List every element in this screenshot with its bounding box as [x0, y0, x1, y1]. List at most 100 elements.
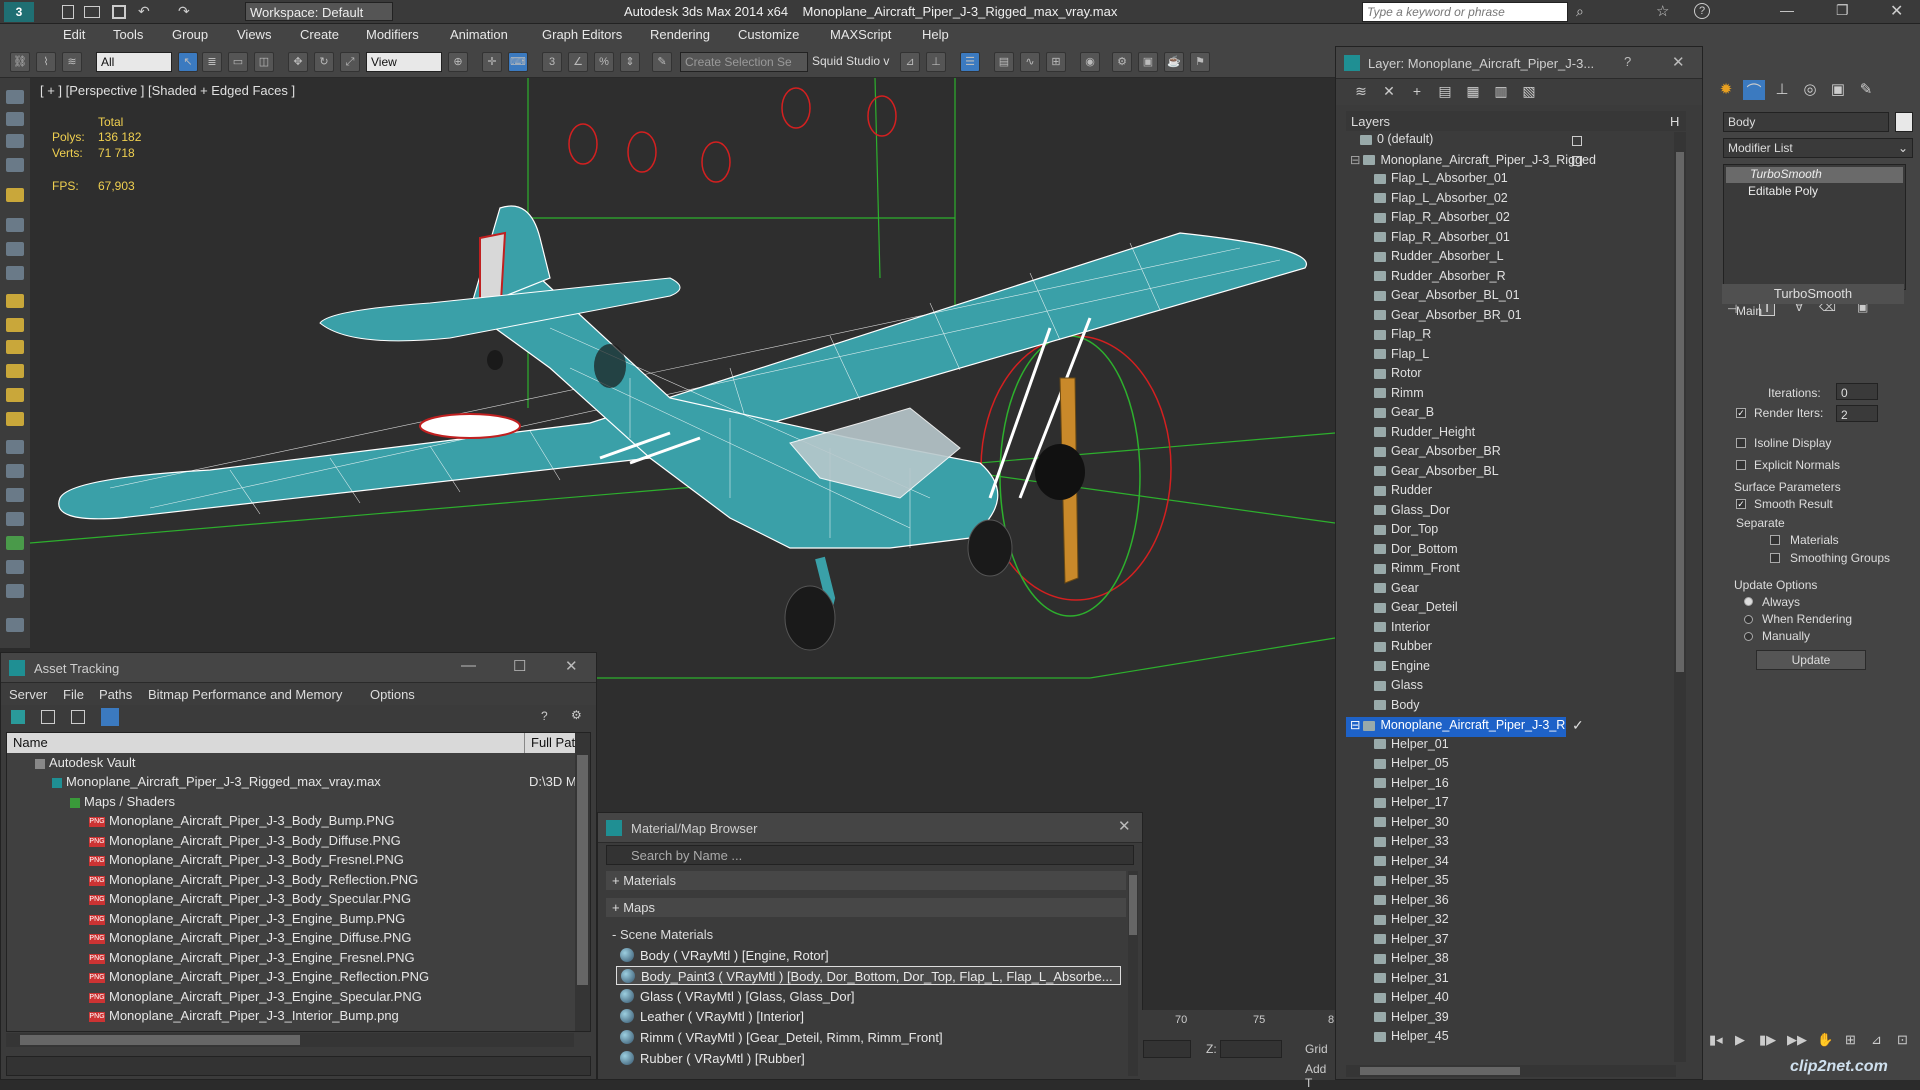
layer-object-row[interactable]: Engine [1374, 659, 1430, 679]
layer-object-row[interactable]: Helper_39 [1374, 1010, 1449, 1030]
undo-icon[interactable]: ↶ [138, 3, 150, 20]
render-setup-icon[interactable]: ⚙ [1112, 52, 1132, 72]
layer-highlight-icon[interactable]: ▦ [1464, 83, 1482, 99]
open-file-icon[interactable] [84, 6, 100, 18]
map-row[interactable]: PNG Monoplane_Aircraft_Piper_J-3_Body_Ref… [7, 872, 572, 892]
link-icon[interactable]: ⛓ [10, 52, 30, 72]
tool-icon-16[interactable] [6, 464, 24, 478]
align-icon[interactable]: ⊥ [926, 52, 946, 72]
col-name-header[interactable]: Name [7, 733, 525, 753]
smoothing-groups-checkbox[interactable] [1770, 553, 1780, 563]
layer-freeze-all-icon[interactable]: ▧ [1520, 83, 1538, 99]
layer-object-row[interactable]: Flap_L_Absorber_02 [1374, 191, 1508, 211]
tool-icon-3[interactable] [6, 134, 24, 148]
hierarchy-tab-icon[interactable]: ⊥ [1771, 80, 1793, 100]
layer-explorer-window[interactable]: Layer: Monoplane_Aircraft_Piper_J-3... ?… [1335, 46, 1703, 1080]
map-row[interactable]: PNG Monoplane_Aircraft_Piper_J-3_Engine_F… [7, 950, 572, 970]
layer-object-row[interactable]: Gear [1374, 581, 1419, 601]
fov-icon[interactable]: ⊿ [1871, 1032, 1882, 1048]
play-icon[interactable]: ▶ [1735, 1032, 1745, 1048]
edit-named-sets-icon[interactable]: ✎ [652, 52, 672, 72]
tool-icon-20[interactable] [6, 560, 24, 574]
menu-modifiers[interactable]: Modifiers [366, 27, 419, 42]
graphite-toolbar-icon[interactable]: ▤ [994, 52, 1014, 72]
layer-object-row[interactable]: Helper_35 [1374, 873, 1449, 893]
unlink-icon[interactable]: ⌇ [36, 52, 56, 72]
layer-object-row[interactable]: Flap_L_Absorber_01 [1374, 171, 1508, 191]
menu-tools[interactable]: Tools [113, 27, 143, 42]
pivot-center-icon[interactable]: ⊕ [448, 52, 468, 72]
layer-object-row[interactable]: Rotor [1374, 366, 1422, 386]
display-tab-icon[interactable]: ▣ [1827, 80, 1849, 100]
menu-edit[interactable]: Edit [63, 27, 85, 42]
layer-object-row[interactable]: Rudder [1374, 483, 1432, 503]
material-close-icon[interactable]: ✕ [1118, 817, 1131, 835]
tool-icon-18[interactable] [6, 512, 24, 526]
menu-animation[interactable]: Animation [450, 27, 508, 42]
layer-vscrollbar[interactable] [1674, 132, 1686, 1062]
explicit-normals-checkbox[interactable] [1736, 460, 1746, 470]
layer-delete-icon[interactable]: ✕ [1380, 83, 1398, 99]
layers-column-header[interactable]: Layers H [1346, 111, 1686, 131]
iterations-spinner[interactable]: 0 [1836, 383, 1878, 400]
new-file-icon[interactable] [62, 5, 74, 19]
layer-object-row[interactable]: Gear_Absorber_BR [1374, 444, 1501, 464]
layer-new-icon[interactable]: ≋ [1352, 83, 1370, 99]
star-icon[interactable]: ☆ [1656, 2, 1669, 20]
modify-tab-icon[interactable]: ⌒ [1743, 80, 1765, 100]
layer-object-row[interactable]: Rimm [1374, 386, 1424, 406]
maps-folder-row[interactable]: Maps / Shaders [7, 794, 572, 814]
layer-object-row[interactable]: Interior [1374, 620, 1430, 640]
render-production-icon[interactable]: ☕ [1164, 52, 1184, 72]
map-row[interactable]: PNG Monoplane_Aircraft_Piper_J-3_Body_Dif… [7, 833, 572, 853]
layer-object-row[interactable]: Flap_R [1374, 327, 1431, 347]
layer-object-row[interactable]: Dor_Bottom [1374, 542, 1458, 562]
layer-object-row[interactable]: Gear_Absorber_BR_01 [1374, 308, 1522, 328]
layer-explorer-icon[interactable]: ☰ [960, 52, 980, 72]
map-row[interactable]: PNG Monoplane_Aircraft_Piper_J-3_Body_Fre… [7, 852, 572, 872]
tool-icon-13[interactable] [6, 388, 24, 402]
selection-filter-dropdown[interactable]: All [96, 52, 172, 72]
layer-object-row[interactable]: Helper_30 [1374, 815, 1449, 835]
layer-row-default[interactable]: 0 (default) [1360, 132, 1433, 152]
layer-object-row[interactable]: Flap_R_Absorber_01 [1374, 230, 1510, 250]
layer-object-row[interactable]: Rudder_Height [1374, 425, 1475, 445]
curve-editor-icon[interactable]: ∿ [1020, 52, 1040, 72]
render-iters-spinner[interactable]: 2 [1836, 405, 1878, 422]
isoline-checkbox[interactable] [1736, 438, 1746, 448]
stack-item-turbosmooth[interactable]: TurboSmooth [1726, 167, 1903, 183]
spinner-snap-icon[interactable]: ⇕ [620, 52, 640, 72]
layer-object-row[interactable]: Flap_R_Absorber_02 [1374, 210, 1510, 230]
layer-title-bar[interactable]: Layer: Monoplane_Aircraft_Piper_J-3... ?… [1336, 47, 1702, 79]
asset-menu-paths[interactable]: Paths [99, 687, 132, 702]
angle-snap-icon[interactable]: ∠ [568, 52, 588, 72]
materials-section[interactable]: + Materials [606, 871, 1126, 890]
aircraft-model[interactable] [58, 205, 1307, 651]
layer-object-row[interactable]: Rimm_Front [1374, 561, 1460, 581]
layer-object-row[interactable]: Helper_17 [1374, 795, 1449, 815]
select-object-icon[interactable]: ↖ [178, 52, 198, 72]
render-iterative-icon[interactable]: ⚑ [1190, 52, 1210, 72]
list-view-icon[interactable] [41, 710, 55, 724]
tool-icon-6[interactable] [6, 218, 24, 232]
vault-row[interactable]: Autodesk Vault [7, 755, 572, 775]
map-row[interactable]: PNG Monoplane_Aircraft_Piper_J-3_Engine_D… [7, 930, 572, 950]
create-tab-icon[interactable]: ✹ [1715, 80, 1737, 100]
layer-close-icon[interactable]: ✕ [1672, 53, 1685, 71]
pan-icon[interactable]: ✋ [1817, 1032, 1833, 1048]
material-title-bar[interactable]: Material/Map Browser ✕ [598, 813, 1142, 843]
asset-tracking-window[interactable]: Asset Tracking — ☐ ✕ Server File Paths B… [0, 652, 597, 1080]
turbosmooth-rollout[interactable]: TurboSmooth [1722, 284, 1904, 304]
material-item[interactable]: Leather ( VRayMtl ) [Interior] [616, 1007, 1121, 1026]
go-to-start-icon[interactable]: ▮◂ [1709, 1032, 1723, 1048]
menu-graph-editors[interactable]: Graph Editors [542, 27, 622, 42]
layer-object-row[interactable]: Helper_34 [1374, 854, 1449, 874]
binoculars-icon[interactable]: ⌕ [1576, 3, 1584, 20]
material-search-input[interactable]: Search by Name ... [606, 845, 1134, 865]
menu-maxscript[interactable]: MAXScript [830, 27, 891, 42]
tool-icon-1[interactable] [6, 90, 24, 104]
tool-icon-5[interactable] [6, 188, 24, 202]
tool-icon-17[interactable] [6, 488, 24, 502]
scale-icon[interactable]: ⤢ [340, 52, 360, 72]
go-to-end-icon[interactable]: ▶▶ [1787, 1032, 1807, 1048]
